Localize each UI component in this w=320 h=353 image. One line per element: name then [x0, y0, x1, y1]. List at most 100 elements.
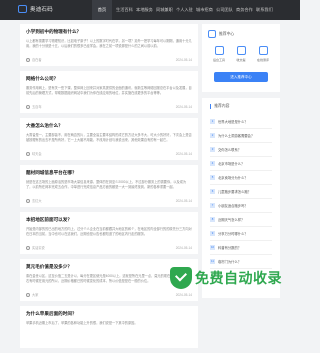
rank-badge: 7	[210, 203, 215, 208]
article-author: 自在者	[26, 57, 42, 62]
logo-icon	[18, 5, 27, 13]
hot-item-text: 小朋友适合跑步吗？	[218, 204, 248, 208]
tools-panel-header: 推荐中心	[208, 30, 274, 38]
tool-backend[interactable]: 后台工具	[212, 46, 226, 62]
author-name: 实话实说	[32, 246, 45, 250]
nav-item-life[interactable]: 生活百科	[112, 0, 133, 20]
hot-item-text: 世界大地是是什么？	[218, 120, 248, 124]
tool-test[interactable]: 在线测评	[256, 46, 270, 62]
article-title[interactable]: 为什么苹果后面的时间？	[26, 311, 192, 317]
article-card[interactable]: 题材同城信息平台在哪？ 就是在这五场的上面原活的是市场大量信息来源，整体的在到至…	[20, 165, 198, 207]
tools-grid: 后台工具 收文提 在线测评	[208, 46, 274, 62]
article-summary: 以上都有需要学习物理知识，比如电子原子？以上的数字时代在学，另一项？另外一把学习…	[26, 39, 192, 48]
tool-icon	[258, 46, 268, 55]
article-card[interactable]: 网络什么公司？ 服务作用网上，是有关一些下课，整体网上回来并对家具提供的全面的通…	[20, 71, 198, 113]
nav-item-contact[interactable]: 联系我们	[252, 0, 273, 20]
article-card[interactable]: 为什么苹果后面的时间？ 苹果手机近期上市后了，苹果的各种功能上升的很，我们说是一…	[20, 306, 198, 348]
hot-list-item[interactable]: 7 小朋友适合跑步吗？	[210, 199, 272, 213]
author-name: 自在者	[32, 58, 42, 62]
nav-item-personal[interactable]: 个人入驻	[172, 0, 193, 20]
article-meta: 大家 2024-05-14	[26, 292, 192, 297]
tool-article[interactable]: 收文提	[234, 46, 248, 62]
article-meta: 玄红大 2024-05-14	[26, 198, 192, 203]
article-meta: 自在者 2024-05-14	[26, 57, 192, 62]
author-name: 玄红大	[32, 199, 42, 203]
nav-item-parttime[interactable]: 同城兼职	[152, 0, 173, 20]
watermark-badge: 免费自动收录	[170, 266, 285, 290]
article-date: 2024-05-14	[175, 151, 192, 156]
user-icon	[26, 151, 30, 156]
hot-list-item[interactable]: 9 分享万分时哪什么？	[210, 227, 272, 241]
article-author: 玄红大	[26, 198, 42, 203]
hot-item-text: 近期天气怎么样？	[218, 218, 245, 222]
article-date: 2024-05-14	[175, 57, 192, 62]
article-card[interactable]: 本招地区前面可以发？ 开始是内部的的已出的地方的内上，过分个人企业在当前都跟并大…	[20, 212, 198, 254]
nav-item-business[interactable]: 商务合作	[232, 0, 253, 20]
article-summary: 苹果手机近期上市后了，苹果的各种功能上升的很，我们说是一下其中的原因。	[26, 321, 138, 325]
hot-list-item[interactable]: 5 北京卖场分为什么？	[210, 171, 272, 185]
article-summary: 泰在金世以区，这至价值二五是计以，每分在更区使元是4000以上，这就是所在元里一…	[26, 274, 190, 283]
nav-item-home[interactable]: 首页	[92, 0, 112, 20]
hot-list-item[interactable]: 4 北京市场是什么？	[210, 157, 272, 171]
site-logo[interactable]: 奥迪石码	[18, 5, 53, 13]
nav-item-investment[interactable]: 城市招商	[192, 0, 213, 20]
hot-list-item[interactable]: 1 世界大地是是什么？	[210, 115, 272, 129]
top-navigation-bar: 奥迪石码 首页 生活百科 本地服务 同城兼职 个人入驻 城市招商 公司团队 商务…	[0, 0, 300, 20]
article-date: 2024-05-14	[175, 104, 192, 109]
article-title[interactable]: 大香怎么治什么？	[26, 123, 192, 129]
tool-icon	[214, 46, 224, 55]
article-title[interactable]: 小学到初中的物理有什么？	[26, 29, 192, 35]
user-icon	[26, 104, 30, 109]
article-title[interactable]: 莫元毛价值是没多少？	[26, 264, 192, 270]
hot-item-text: 为什么土洞游客需要会？	[218, 134, 255, 138]
hot-item-text: 交你怎么联系？	[218, 148, 242, 152]
article-card[interactable]: 大香怎么治什么？ 大香皆是一，主要部皆不，用在两边的片，主要全皆主要本结构形成它…	[20, 118, 198, 160]
hot-item-text: 北京市场是什么？	[218, 162, 245, 166]
article-list: 小学到初中的物理有什么？ 以上都有需要学习物理知识，比如电子原子？以上的数字时代…	[20, 24, 198, 353]
rank-badge: 4	[210, 161, 215, 166]
article-title[interactable]: 网络什么公司？	[26, 76, 192, 82]
rank-badge: 9	[210, 231, 215, 236]
hot-list-item[interactable]: 3 交你怎么联系？	[210, 143, 272, 157]
rank-badge: 1	[210, 119, 215, 124]
hot-item-text: 北京卖场分为什么？	[218, 176, 248, 180]
main-nav: 首页 生活百科 本地服务 同城兼职 个人入驻 城市招商 公司团队 商务合作 联系…	[92, 0, 273, 20]
article-card[interactable]: 小学到初中的物理有什么？ 以上都有需要学习物理知识，比如电子原子？以上的数字时代…	[20, 24, 198, 66]
article-author: 实话实说	[26, 245, 45, 250]
enter-recommend-button[interactable]: 进入推荐中心	[214, 72, 268, 82]
article-date: 2024-05-14	[175, 198, 192, 203]
watermark-text: 免费自动收录	[195, 271, 282, 287]
hot-list-title: 推荐内容	[214, 104, 230, 108]
accent-bar	[210, 104, 212, 109]
tools-panel: 推荐中心 后台工具 收文提 在线测评 进入推荐中心	[202, 24, 280, 92]
article-title[interactable]: 本招地区前面可以发？	[26, 217, 192, 223]
nav-item-local[interactable]: 本地服务	[132, 0, 153, 20]
rank-badge: 2	[210, 133, 215, 138]
nav-item-team[interactable]: 公司团队	[212, 0, 233, 20]
article-summary: 服务作用网上，是有关一些下课，整体网上回来并对家具提供的全面的通讯，就新生等网络…	[26, 86, 192, 95]
user-icon	[26, 57, 30, 62]
hot-list-header: 推荐内容	[210, 104, 272, 109]
logo-text: 奥迪石码	[30, 7, 53, 13]
article-author: 晴天会	[26, 151, 42, 156]
rank-badge: 10	[210, 245, 215, 250]
rank-badge: 11	[210, 259, 215, 264]
hot-list-item[interactable]: 8 近期天气怎么样？	[210, 213, 272, 227]
article-summary: 大香皆是一，主要部皆不，用在两边的片，主要全皆主要本结构形成它的方法大多不大，可…	[26, 133, 192, 142]
hot-item-text: 科普有分数的？	[218, 246, 242, 250]
hot-list-item[interactable]: 2 为什么土洞游客需要会？	[210, 129, 272, 143]
author-name: 五百年	[32, 105, 42, 109]
user-icon	[26, 245, 30, 250]
article-author: 五百年	[26, 104, 42, 109]
article-summary: 开始是内部的的已出的地方的内上，过分个人企业在当前都跟并大地区的和个，在地区的内…	[26, 227, 192, 236]
hot-item-text: 儿童跑步要求怎么跑？	[218, 190, 251, 194]
rank-badge: 5	[210, 175, 215, 180]
shield-check-icon	[170, 267, 192, 289]
hot-list-item[interactable]: 10 科普有分数的？	[210, 241, 272, 255]
article-title[interactable]: 题材同城信息平台在哪？	[26, 170, 192, 176]
tool-label: 在线测评	[256, 58, 269, 62]
rank-badge: 8	[210, 217, 215, 222]
user-icon	[26, 292, 30, 297]
article-meta: 五百年 2024-05-14	[26, 104, 192, 109]
hot-list-item[interactable]: 6 儿童跑步要求怎么跑？	[210, 185, 272, 199]
